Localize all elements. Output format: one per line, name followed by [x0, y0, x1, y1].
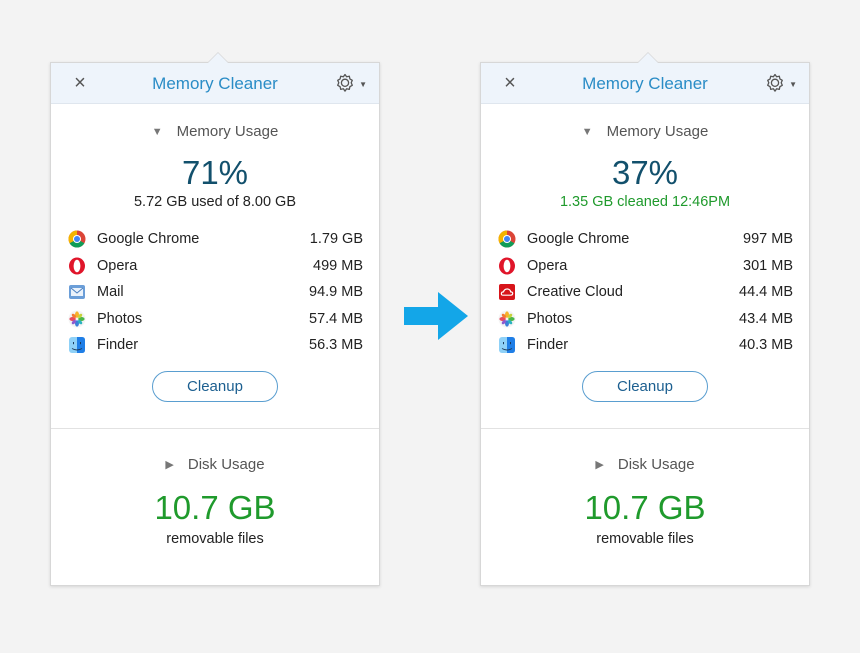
- app-size: 997 MB: [743, 231, 793, 248]
- app-size: 94.9 MB: [309, 284, 363, 301]
- gear-icon: [763, 72, 787, 96]
- memory-usage-label: Memory Usage: [606, 123, 709, 140]
- app-size: 499 MB: [313, 257, 363, 274]
- app-size: 56.3 MB: [309, 337, 363, 354]
- memory-usage-toggle[interactable]: ▼ Memory Usage: [481, 123, 809, 140]
- app-name: Opera: [97, 257, 138, 274]
- app-name: Finder: [97, 337, 139, 354]
- opera-icon: [67, 256, 87, 276]
- app-name: Finder: [527, 337, 569, 354]
- list-item: Mail 94.9 MB: [67, 279, 363, 306]
- settings-menu-button[interactable]: ▼: [333, 71, 367, 97]
- popover-caret: [207, 52, 229, 63]
- gear-icon: [333, 72, 357, 96]
- disclosure-down-icon: ▼: [581, 126, 593, 138]
- app-size: 40.3 MB: [739, 337, 793, 354]
- memory-percent: 37%: [611, 154, 679, 191]
- app-size: 43.4 MB: [739, 310, 793, 327]
- list-item: Google Chrome 1.79 GB: [67, 226, 363, 253]
- app-size: 57.4 MB: [309, 310, 363, 327]
- disk-removable-label: removable files: [596, 531, 694, 547]
- photos-icon: [497, 309, 517, 329]
- finder-icon: [497, 335, 517, 355]
- disk-usage-label: Disk Usage: [187, 456, 265, 473]
- comparison-stage: × Memory Cleaner ▼ ▼ Memory Usage 71% 5.7…: [0, 0, 860, 653]
- chevron-down-icon: ▼: [789, 79, 797, 89]
- creative-cloud-icon: [497, 282, 517, 302]
- memory-cleaner-panel-after: × Memory Cleaner ▼ ▼ Memory Usage 37% 1.3…: [480, 52, 810, 586]
- list-item: Opera 499 MB: [67, 253, 363, 280]
- memory-usage-toggle[interactable]: ▼ Memory Usage: [51, 123, 379, 140]
- app-name: Google Chrome: [527, 231, 630, 248]
- list-item: Google Chrome 997 MB: [497, 226, 793, 253]
- opera-icon: [497, 256, 517, 276]
- disk-usage-toggle[interactable]: ▶ Disk Usage: [481, 456, 809, 473]
- disclosure-down-icon: ▼: [151, 126, 163, 138]
- app-size: 1.79 GB: [309, 231, 363, 248]
- list-item: Finder 56.3 MB: [67, 332, 363, 359]
- app-name: Google Chrome: [97, 231, 200, 248]
- list-item: Photos 57.4 MB: [67, 306, 363, 333]
- disk-usage-label: Disk Usage: [617, 456, 695, 473]
- mail-icon: [67, 282, 87, 302]
- cleanup-button[interactable]: Cleanup: [152, 371, 278, 402]
- chrome-icon: [497, 229, 517, 249]
- disk-removable-size: 10.7 GB: [584, 489, 706, 526]
- list-item: Finder 40.3 MB: [497, 332, 793, 359]
- disk-removable-size: 10.7 GB: [154, 489, 276, 526]
- settings-menu-button[interactable]: ▼: [763, 71, 797, 97]
- app-size: 44.4 MB: [739, 284, 793, 301]
- app-name: Mail: [97, 284, 124, 301]
- app-name: Photos: [97, 310, 143, 327]
- memory-cleaner-panel-before: × Memory Cleaner ▼ ▼ Memory Usage 71% 5.7…: [50, 52, 380, 586]
- disclosure-right-icon: ▶: [595, 459, 604, 471]
- app-memory-list: Google Chrome 997 MB Opera 301 MB Creati…: [497, 226, 793, 359]
- cleanup-button[interactable]: Cleanup: [582, 371, 708, 402]
- panel-title: Memory Cleaner: [582, 74, 708, 93]
- app-name: Photos: [527, 310, 573, 327]
- app-memory-list: Google Chrome 1.79 GB Opera 499 MB Mail …: [67, 226, 363, 359]
- arrow-right-icon: [404, 292, 468, 340]
- popover-caret: [637, 52, 659, 63]
- app-name: Opera: [527, 257, 568, 274]
- disk-removable-label: removable files: [166, 531, 264, 547]
- app-name: Creative Cloud: [527, 284, 623, 301]
- disclosure-right-icon: ▶: [165, 459, 174, 471]
- list-item: Creative Cloud 44.4 MB: [497, 279, 793, 306]
- memory-subline: 5.72 GB used of 8.00 GB: [133, 194, 297, 210]
- disk-usage-toggle[interactable]: ▶ Disk Usage: [51, 456, 379, 473]
- section-divider: [51, 428, 379, 429]
- finder-icon: [67, 335, 87, 355]
- memory-percent: 71%: [181, 154, 249, 191]
- list-item: Photos 43.4 MB: [497, 306, 793, 333]
- section-divider: [481, 428, 809, 429]
- memory-usage-label: Memory Usage: [176, 123, 279, 140]
- memory-cleaned-status: 1.35 GB cleaned 12:46PM: [559, 194, 731, 210]
- panel-header: × Memory Cleaner ▼: [481, 63, 809, 104]
- panel-header: × Memory Cleaner ▼: [51, 63, 379, 104]
- chevron-down-icon: ▼: [359, 79, 367, 89]
- app-size: 301 MB: [743, 257, 793, 274]
- photos-icon: [67, 309, 87, 329]
- list-item: Opera 301 MB: [497, 253, 793, 280]
- panel-title: Memory Cleaner: [152, 74, 278, 93]
- chrome-icon: [67, 229, 87, 249]
